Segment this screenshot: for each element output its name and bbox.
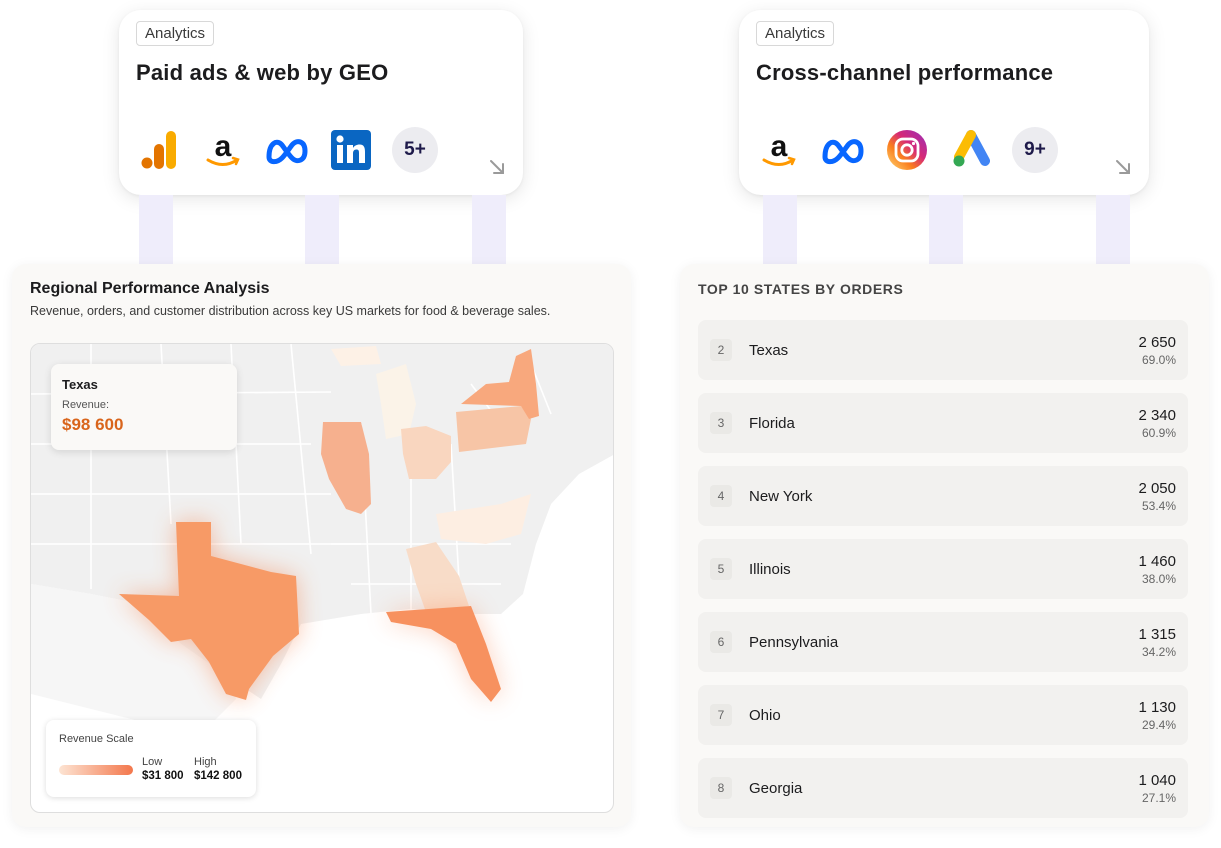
list-item[interactable]: 8 Georgia 1 040 27.1% bbox=[698, 758, 1188, 818]
state-name: New York bbox=[749, 488, 813, 505]
order-count: 1 040 bbox=[1138, 772, 1176, 789]
analytics-tag: Analytics bbox=[136, 21, 215, 46]
google-analytics-icon bbox=[136, 127, 182, 173]
analytics-tag: Analytics bbox=[756, 21, 835, 46]
connector-pillar bbox=[763, 195, 797, 265]
order-percent: 38.0% bbox=[1141, 572, 1176, 586]
list-item[interactable]: 6 Pennsylvania 1 315 34.2% bbox=[698, 612, 1188, 672]
integration-icons: a 9+ bbox=[756, 127, 1058, 173]
linkedin-icon bbox=[328, 127, 374, 173]
rank-number: 8 bbox=[710, 777, 732, 799]
order-percent: 53.4% bbox=[1141, 499, 1176, 513]
card-title: Paid ads & web by GEO bbox=[136, 60, 389, 85]
top-states-panel: TOP 10 STATES BY ORDERS 2 Texas 2 650 69… bbox=[680, 264, 1209, 827]
us-map[interactable]: Texas Revenue: $98 600 Revenue Scale Low… bbox=[30, 343, 614, 813]
order-percent: 27.1% bbox=[1141, 791, 1176, 805]
order-count: 2 050 bbox=[1138, 480, 1176, 497]
connector-pillar bbox=[139, 195, 173, 265]
connector-pillar bbox=[929, 195, 963, 265]
state-name: Illinois bbox=[749, 561, 791, 578]
arrow-down-right-icon[interactable] bbox=[1113, 157, 1133, 177]
state-name: Georgia bbox=[749, 780, 803, 797]
list-item[interactable]: 3 Florida 2 340 60.9% bbox=[698, 393, 1188, 453]
state-florida bbox=[386, 606, 501, 702]
order-percent: 60.9% bbox=[1141, 426, 1176, 440]
legend-title: Revenue Scale bbox=[59, 733, 134, 745]
state-name: Florida bbox=[749, 415, 795, 432]
rank-number: 7 bbox=[710, 704, 732, 726]
meta-icon bbox=[820, 127, 866, 173]
amazon-icon: a bbox=[200, 127, 246, 173]
states-list: 2 Texas 2 650 69.0% 3 Florida 2 340 60.9… bbox=[698, 320, 1188, 827]
order-count: 2 340 bbox=[1138, 407, 1176, 424]
order-count: 1 315 bbox=[1138, 626, 1176, 643]
order-percent: 34.2% bbox=[1141, 645, 1176, 659]
order-percent: 29.4% bbox=[1141, 718, 1176, 732]
legend-high-value: $142 800 bbox=[194, 770, 242, 782]
arrow-down-right-icon[interactable] bbox=[487, 157, 507, 177]
panel-title: TOP 10 STATES BY ORDERS bbox=[698, 281, 904, 297]
list-item[interactable]: 2 Texas 2 650 69.0% bbox=[698, 320, 1188, 380]
state-name: Ohio bbox=[749, 707, 781, 724]
revenue-legend: Revenue Scale Low High $31 800 $142 800 bbox=[46, 720, 256, 797]
tooltip-value: $98 600 bbox=[62, 415, 124, 434]
rank-number: 4 bbox=[710, 485, 732, 507]
amazon-icon: a bbox=[756, 127, 802, 173]
integration-card-geo[interactable]: Analytics Paid ads & web by GEO a 5+ bbox=[119, 10, 523, 195]
legend-low-value: $31 800 bbox=[142, 770, 184, 782]
connector-pillar bbox=[1096, 195, 1130, 265]
state-tooltip: Texas Revenue: $98 600 bbox=[51, 364, 237, 450]
card-title: Cross-channel performance bbox=[756, 60, 1054, 85]
legend-high-label: High bbox=[194, 756, 217, 768]
connector-pillar bbox=[305, 195, 339, 265]
state-name: Texas bbox=[749, 342, 789, 359]
svg-text:a: a bbox=[771, 130, 788, 163]
state-name: Pennsylvania bbox=[749, 634, 839, 651]
order-count: 2 650 bbox=[1138, 334, 1176, 351]
legend-gradient-bar bbox=[59, 765, 133, 775]
list-item[interactable]: 7 Ohio 1 130 29.4% bbox=[698, 685, 1188, 745]
legend-low-label: Low bbox=[142, 756, 163, 768]
list-item[interactable]: 5 Illinois 1 460 38.0% bbox=[698, 539, 1188, 599]
panel-subtitle: Revenue, orders, and customer distributi… bbox=[30, 304, 551, 318]
more-integrations-button[interactable]: 5+ bbox=[392, 127, 438, 173]
more-integrations-button[interactable]: 9+ bbox=[1012, 127, 1058, 173]
instagram-icon bbox=[884, 127, 930, 173]
connector-pillar bbox=[472, 195, 506, 265]
tooltip-state: Texas bbox=[62, 377, 98, 392]
order-count: 1 130 bbox=[1138, 699, 1176, 716]
svg-text:a: a bbox=[215, 130, 232, 163]
list-item[interactable]: 4 New York 2 050 53.4% bbox=[698, 466, 1188, 526]
order-count: 1 460 bbox=[1138, 553, 1176, 570]
order-percent: 69.0% bbox=[1141, 353, 1176, 367]
google-ads-icon bbox=[948, 127, 994, 173]
meta-icon bbox=[264, 127, 310, 173]
tooltip-label: Revenue: bbox=[62, 399, 110, 411]
integration-icons: a 5+ bbox=[136, 127, 438, 173]
rank-number: 2 bbox=[710, 339, 732, 361]
rank-number: 3 bbox=[710, 412, 732, 434]
rank-number: 5 bbox=[710, 558, 732, 580]
regional-performance-panel: Regional Performance Analysis Revenue, o… bbox=[12, 264, 631, 827]
integration-card-cross-channel[interactable]: Analytics Cross-channel performance a 9+ bbox=[739, 10, 1149, 195]
rank-number: 6 bbox=[710, 631, 732, 653]
panel-title: Regional Performance Analysis bbox=[30, 280, 270, 297]
